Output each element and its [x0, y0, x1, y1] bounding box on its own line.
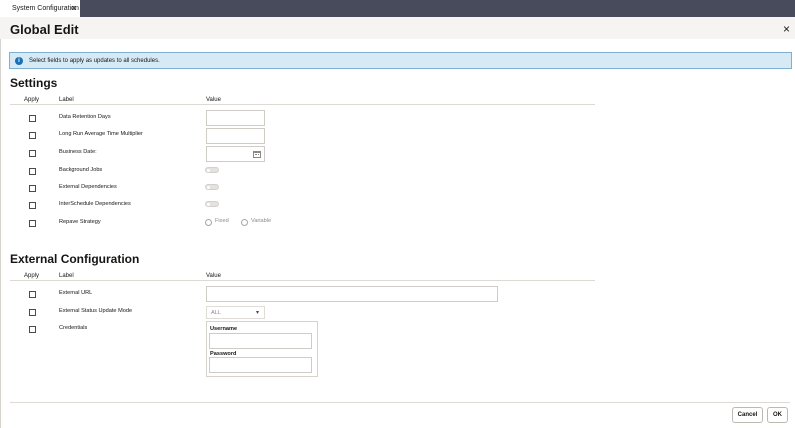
- status-update-mode-value: ALL: [211, 310, 221, 316]
- status-update-mode-select[interactable]: ALL ▾: [206, 306, 265, 319]
- toggle-knob: [207, 186, 210, 189]
- apply-checkbox-long-run-multiplier[interactable]: [29, 132, 36, 139]
- settings-label-header: Label: [59, 97, 74, 103]
- label-interschedule-dependencies: InterSchedule Dependencies: [59, 201, 131, 207]
- credentials-box: Username Password: [206, 321, 318, 377]
- settings-divider: [10, 104, 595, 105]
- interschedule-dependencies-toggle[interactable]: [205, 201, 219, 207]
- label-external-url: External URL: [59, 290, 93, 296]
- external-config-title: External Configuration: [10, 252, 140, 266]
- footer-divider: [10, 402, 790, 403]
- radio-variable-label: Variable: [251, 218, 272, 224]
- external-label-header: Label: [59, 273, 74, 279]
- settings-title: Settings: [10, 76, 58, 90]
- dialog-header: Global Edit ×: [0, 17, 795, 39]
- radio-variable[interactable]: [241, 219, 248, 226]
- password-input[interactable]: [209, 357, 312, 373]
- settings-value-header: Value: [206, 97, 221, 103]
- apply-checkbox-business-date[interactable]: [29, 150, 36, 157]
- long-run-multiplier-input[interactable]: [206, 128, 265, 144]
- tab-label: System Configuration: [12, 5, 79, 12]
- apply-checkbox-repave-strategy[interactable]: [29, 220, 36, 227]
- dialog-left-border: [0, 39, 1, 428]
- global-edit-dialog: Global Edit × i Select fields to apply a…: [0, 17, 795, 428]
- radio-fixed-label: Fixed: [215, 218, 229, 224]
- background-jobs-toggle[interactable]: [205, 167, 219, 173]
- label-business-date: Business Date:: [59, 149, 97, 155]
- apply-checkbox-background-jobs[interactable]: [29, 168, 36, 175]
- dialog-title: Global Edit: [10, 22, 79, 37]
- app-topbar: [0, 0, 795, 17]
- tab-system-configuration[interactable]: System Configuration ×: [0, 0, 80, 17]
- ok-button[interactable]: OK: [767, 407, 788, 423]
- radio-fixed[interactable]: [205, 219, 212, 226]
- apply-checkbox-status-update-mode[interactable]: [29, 309, 36, 316]
- data-retention-input[interactable]: [206, 110, 265, 126]
- calendar-icon[interactable]: [253, 151, 261, 158]
- apply-checkbox-external-url[interactable]: [29, 291, 36, 298]
- toggle-knob: [207, 169, 210, 172]
- tab-close-icon[interactable]: ×: [71, 3, 76, 13]
- apply-checkbox-data-retention[interactable]: [29, 115, 36, 122]
- external-value-header: Value: [206, 273, 221, 279]
- settings-apply-header: Apply: [24, 97, 40, 103]
- external-divider: [10, 280, 595, 281]
- info-icon: i: [15, 56, 23, 65]
- username-label: Username: [210, 326, 238, 332]
- label-repave-strategy: Repave Strategy: [59, 219, 101, 225]
- label-credentials: Credentials: [59, 325, 88, 331]
- apply-checkbox-credentials[interactable]: [29, 326, 36, 333]
- cancel-button[interactable]: Cancel: [732, 407, 763, 423]
- external-url-input[interactable]: [206, 286, 498, 302]
- external-apply-header: Apply: [24, 273, 40, 279]
- apply-checkbox-interschedule-dependencies[interactable]: [29, 202, 36, 209]
- label-external-dependencies: External Dependencies: [59, 184, 117, 190]
- toggle-knob: [207, 203, 210, 206]
- business-date-input[interactable]: [206, 146, 265, 162]
- external-dependencies-toggle[interactable]: [205, 184, 219, 190]
- label-data-retention-days: Data Retention Days: [59, 114, 111, 120]
- info-text: Select fields to apply as updates to all…: [29, 57, 160, 64]
- username-input[interactable]: [209, 333, 312, 349]
- info-banner: i Select fields to apply as updates to a…: [9, 52, 792, 69]
- label-background-jobs: Background Jobs: [59, 167, 103, 173]
- chevron-down-icon: ▾: [256, 310, 260, 316]
- label-status-update-mode: External Status Update Mode: [59, 308, 133, 314]
- dialog-close-icon[interactable]: ×: [783, 22, 790, 36]
- label-long-run-multiplier: Long Run Average Time Multiplier: [59, 131, 143, 137]
- apply-checkbox-external-dependencies[interactable]: [29, 185, 36, 192]
